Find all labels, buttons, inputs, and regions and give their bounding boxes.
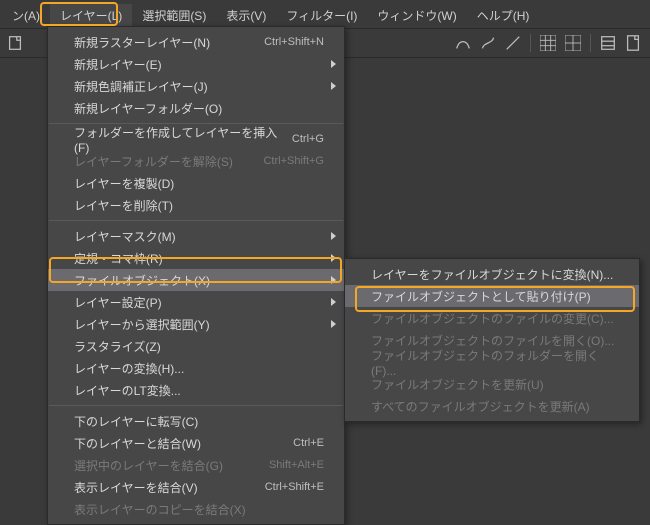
submenu-arrow-icon <box>331 82 336 90</box>
menu-item-label: レイヤーを削除(T) <box>74 197 324 214</box>
menu-item-label: レイヤーをファイルオブジェクトに変換(N)... <box>371 266 619 283</box>
menu-item-label: 新規色調補正レイヤー(J) <box>74 78 324 95</box>
menu-item-label: 選択中のレイヤーを結合(G) <box>74 457 269 474</box>
menubar-item-filter[interactable]: フィルター(I) <box>276 4 367 26</box>
file-object-submenu: レイヤーをファイルオブジェクトに変換(N)...ファイルオブジェクトとして貼り付… <box>344 258 640 422</box>
menu-item-label: 新規レイヤー(E) <box>74 56 324 73</box>
menu-item-label: レイヤーフォルダーを解除(S) <box>74 153 263 170</box>
layer-menu-item-16[interactable]: レイヤーの変換(H)... <box>48 357 344 379</box>
toolbar-separator <box>530 34 531 52</box>
file-object-submenu-item-5: ファイルオブジェクトを更新(U) <box>345 373 639 395</box>
layer-menu-item-21: 選択中のレイヤーを結合(G)Shift+Alt+E <box>48 454 344 476</box>
layer-menu-item-0[interactable]: 新規ラスターレイヤー(N)Ctrl+Shift+N <box>48 31 344 53</box>
menu-item-label: ファイルオブジェクトのファイルの変更(C)... <box>371 310 619 327</box>
menu-item-label: ファイルオブジェクトを更新(U) <box>371 376 619 393</box>
menubar-item-view[interactable]: 表示(V) <box>216 4 276 26</box>
line-tool-icon[interactable] <box>502 32 524 54</box>
grid-3x3-icon[interactable] <box>562 32 584 54</box>
submenu-arrow-icon <box>331 298 336 306</box>
sidebar <box>0 58 40 500</box>
page-icon[interactable] <box>622 32 644 54</box>
menu-item-label: レイヤーを複製(D) <box>74 175 324 192</box>
menu-item-label: 表示レイヤーのコピーを結合(X) <box>74 501 324 518</box>
menubar-item-selection[interactable]: 選択範囲(S) <box>132 4 216 26</box>
layer-menu-item-13[interactable]: レイヤー設定(P) <box>48 291 344 313</box>
menu-item-shortcut: Ctrl+G <box>292 133 324 145</box>
toolbar-separator <box>590 34 591 52</box>
annotation-highlight-file-object <box>49 257 342 283</box>
menu-item-label: 下のレイヤーと結合(W) <box>74 435 293 452</box>
menu-item-shortcut: Shift+Alt+E <box>269 459 324 471</box>
submenu-arrow-icon <box>331 60 336 68</box>
menu-item-shortcut: Ctrl+E <box>293 437 324 449</box>
layer-menu-item-10[interactable]: レイヤーマスク(M) <box>48 225 344 247</box>
menu-item-label: 新規レイヤーフォルダー(O) <box>74 100 324 117</box>
layer-menu-item-7[interactable]: レイヤーを複製(D) <box>48 172 344 194</box>
menu-item-label: レイヤーから選択範囲(Y) <box>74 316 324 333</box>
menu-separator <box>49 405 343 406</box>
layer-menu-item-17[interactable]: レイヤーのLT変換... <box>48 379 344 401</box>
menu-item-label: ラスタライズ(Z) <box>74 338 324 355</box>
menu-item-shortcut: Ctrl+Shift+G <box>263 155 324 167</box>
layer-menu-item-8[interactable]: レイヤーを削除(T) <box>48 194 344 216</box>
submenu-arrow-icon <box>331 232 336 240</box>
menu-item-shortcut: Ctrl+Shift+E <box>265 481 324 493</box>
submenu-arrow-icon <box>331 320 336 328</box>
menubar-item-help[interactable]: ヘルプ(H) <box>467 4 540 26</box>
layer-menu-item-2[interactable]: 新規色調補正レイヤー(J) <box>48 75 344 97</box>
curve-tool-icon[interactable] <box>452 32 474 54</box>
menu-separator <box>49 220 343 221</box>
grid-4x4-icon[interactable] <box>537 32 559 54</box>
layer-menu-item-19[interactable]: 下のレイヤーに転写(C) <box>48 410 344 432</box>
layer-menu-item-3[interactable]: 新規レイヤーフォルダー(O) <box>48 97 344 119</box>
menubar-item-window[interactable]: ウィンドウ(W) <box>367 4 466 26</box>
layer-menu-item-15[interactable]: ラスタライズ(Z) <box>48 335 344 357</box>
layer-menu-item-5[interactable]: フォルダーを作成してレイヤーを挿入(F)Ctrl+G <box>48 128 344 150</box>
annotation-highlight-paste-as-file-object <box>355 286 635 312</box>
layer-menu-item-20[interactable]: 下のレイヤーと結合(W)Ctrl+E <box>48 432 344 454</box>
layer-menu-item-1[interactable]: 新規レイヤー(E) <box>48 53 344 75</box>
layer-menu-item-23: 表示レイヤーのコピーを結合(X) <box>48 498 344 520</box>
layer-menu-item-14[interactable]: レイヤーから選択範囲(Y) <box>48 313 344 335</box>
layer-menu-item-6: レイヤーフォルダーを解除(S)Ctrl+Shift+G <box>48 150 344 172</box>
menu-item-label: 新規ラスターレイヤー(N) <box>74 34 264 51</box>
file-object-submenu-item-4: ファイルオブジェクトのフォルダーを開く(F)... <box>345 351 639 373</box>
storyboard-icon[interactable] <box>597 32 619 54</box>
menu-item-label: レイヤーのLT変換... <box>74 382 324 399</box>
file-object-submenu-item-0[interactable]: レイヤーをファイルオブジェクトに変換(N)... <box>345 263 639 285</box>
layer-menu-item-22[interactable]: 表示レイヤーを結合(V)Ctrl+Shift+E <box>48 476 344 498</box>
menu-item-label: レイヤーの変換(H)... <box>74 360 324 377</box>
menu-item-label: すべてのファイルオブジェクトを更新(A) <box>371 398 619 415</box>
menu-item-shortcut: Ctrl+Shift+N <box>264 36 324 48</box>
new-doc-icon[interactable] <box>4 32 26 54</box>
menu-item-label: 下のレイヤーに転写(C) <box>74 413 324 430</box>
menu-item-label: レイヤーマスク(M) <box>74 228 324 245</box>
brush-tool-icon[interactable] <box>477 32 499 54</box>
menu-item-label: 表示レイヤーを結合(V) <box>74 479 265 496</box>
annotation-highlight-layer-menu <box>40 2 118 26</box>
menu-item-label: レイヤー設定(P) <box>74 294 324 311</box>
file-object-submenu-item-6: すべてのファイルオブジェクトを更新(A) <box>345 395 639 417</box>
